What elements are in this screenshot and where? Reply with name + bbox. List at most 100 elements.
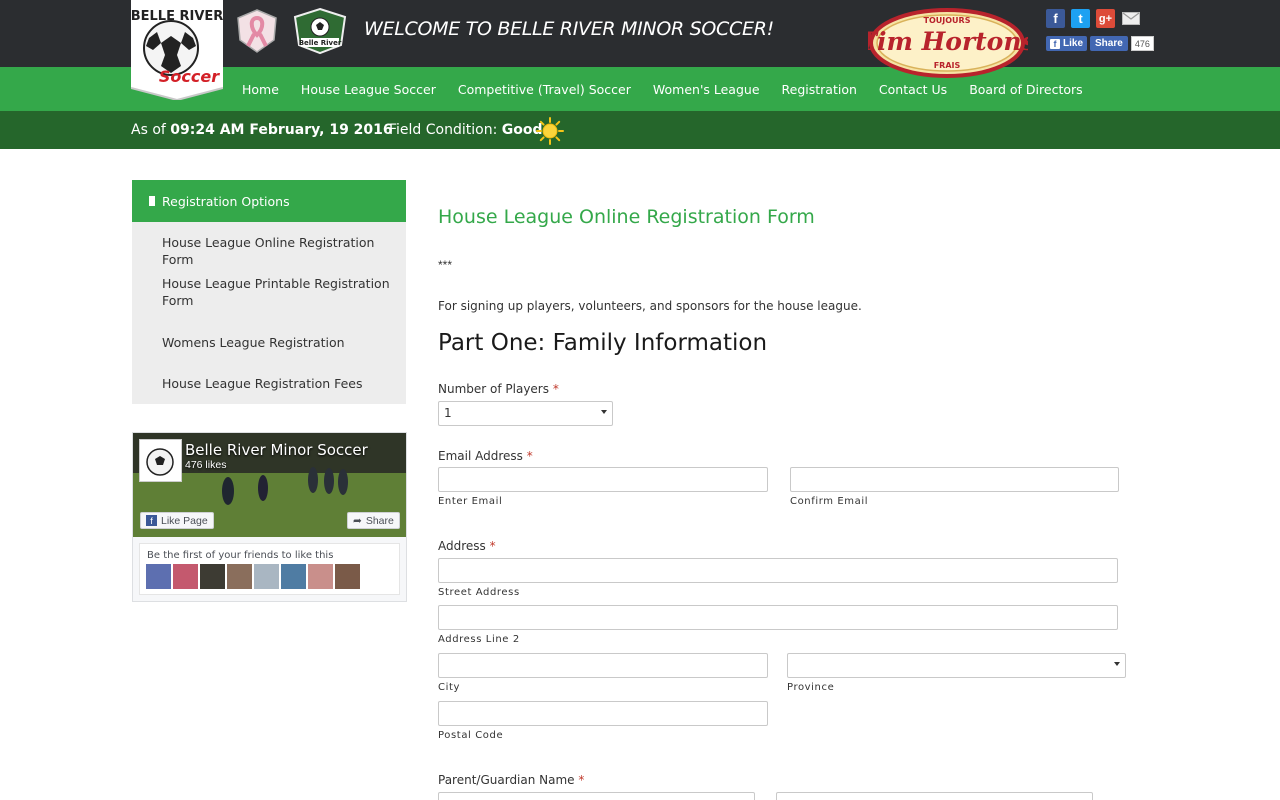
enter-email-sublabel: Enter Email <box>438 496 503 507</box>
players-selected-value: 1 <box>444 406 452 420</box>
friend-avatar[interactable] <box>173 564 198 589</box>
chevron-down-icon <box>1114 662 1120 666</box>
facebook-like-share: f Like Share 476 <box>1046 36 1154 51</box>
province-select[interactable] <box>787 653 1126 678</box>
friend-avatar[interactable] <box>254 564 279 589</box>
belle-river-club-logo: Belle River <box>291 7 349 55</box>
facebook-small-icon: f <box>1050 38 1060 49</box>
nav-registration[interactable]: Registration <box>782 82 857 97</box>
like-page-button[interactable]: f Like Page <box>140 512 214 529</box>
as-of-timestamp: As of 09:24 AM February, 19 2016 <box>131 122 393 138</box>
share-count: 476 <box>1130 36 1154 51</box>
facebook-cover-photo: Belle River Minor Soccer 476 likes f Lik… <box>133 433 406 537</box>
pink-ribbon-logo <box>234 8 280 54</box>
guardian-first-name-input[interactable] <box>438 792 755 800</box>
email-label: Email Address * <box>438 449 533 463</box>
province-sublabel: Province <box>787 682 835 693</box>
sponsor-bottom-text: FRAIS <box>934 61 961 70</box>
friends-like-text: Be the first of your friends to like thi… <box>147 550 334 561</box>
facebook-page-likes: 476 likes <box>185 459 227 471</box>
registration-options-header: Registration Options <box>132 180 406 222</box>
chevron-down-icon <box>601 410 607 414</box>
facebook-page-name[interactable]: Belle River Minor Soccer <box>185 441 368 459</box>
players-label-text: Number of Players <box>438 382 549 396</box>
intro-text: For signing up players, volunteers, and … <box>438 299 862 313</box>
sidebar-item-printable-registration[interactable]: House League Printable Registration Form <box>162 275 392 309</box>
players-label: Number of Players * <box>438 382 559 396</box>
nav-board-of-directors[interactable]: Board of Directors <box>969 82 1082 97</box>
friend-avatar[interactable] <box>308 564 333 589</box>
sun-icon <box>536 117 564 145</box>
sponsor-name: Tim Hortons <box>868 27 1028 56</box>
guardian-last-name-input[interactable] <box>776 792 1093 800</box>
like-page-label: Like Page <box>161 514 208 527</box>
address-label-text: Address <box>438 539 486 553</box>
club-logo-badge[interactable]: BELLE RIVER Soccer <box>131 0 223 100</box>
address-line2-sublabel: Address Line 2 <box>438 634 520 645</box>
as-of-label: As of <box>131 122 166 138</box>
address-line2-input[interactable] <box>438 605 1118 630</box>
street-address-sublabel: Street Address <box>438 587 520 598</box>
page-title: House League Online Registration Form <box>438 206 815 228</box>
facebook-share-button[interactable]: Share <box>1090 36 1128 51</box>
sidebar-item-online-registration[interactable]: House League Online Registration Form <box>162 234 392 268</box>
postal-code-input[interactable] <box>438 701 768 726</box>
status-bar: As of 09:24 AM February, 19 2016 Field C… <box>0 111 1280 149</box>
logo-top-text: BELLE RIVER <box>131 9 223 24</box>
friend-avatar[interactable] <box>335 564 360 589</box>
share-page-label: Share <box>365 514 394 527</box>
nav-competitive-soccer[interactable]: Competitive (Travel) Soccer <box>458 82 631 97</box>
friend-avatar[interactable] <box>227 564 252 589</box>
share-arrow-icon: ➦ <box>353 514 362 527</box>
section-heading: Part One: Family Information <box>438 330 768 356</box>
nav-womens-league[interactable]: Women's League <box>653 82 760 97</box>
separator-stars: *** <box>438 258 453 272</box>
sponsor-top-text: TOUJOURS <box>924 16 971 25</box>
welcome-banner: WELCOME TO BELLE RIVER MINOR SOCCER! <box>364 18 774 40</box>
email-label-text: Email Address <box>438 449 523 463</box>
required-mark: * <box>578 773 585 787</box>
friend-avatar[interactable] <box>146 564 171 589</box>
guardian-label-text: Parent/Guardian Name <box>438 773 575 787</box>
friends-avatars <box>146 564 360 589</box>
confirm-email-input[interactable] <box>790 467 1119 492</box>
facebook-page-widget: Belle River Minor Soccer 476 likes f Lik… <box>132 432 407 602</box>
like-label: Like <box>1063 38 1084 49</box>
required-mark: * <box>526 449 533 463</box>
friends-panel: Be the first of your friends to like thi… <box>139 543 400 595</box>
facebook-icon[interactable]: f <box>1046 9 1065 28</box>
sidebar-item-registration-fees[interactable]: House League Registration Fees <box>162 375 392 392</box>
city-sublabel: City <box>438 682 460 693</box>
field-condition-label: Field Condition: <box>389 122 498 138</box>
as-of-value: 09:24 AM February, 19 2016 <box>170 122 393 138</box>
confirm-email-sublabel: Confirm Email <box>790 496 869 507</box>
twitter-icon[interactable]: t <box>1071 9 1090 28</box>
google-plus-icon[interactable]: g+ <box>1096 9 1115 28</box>
number-of-players-select[interactable]: 1 <box>438 401 613 426</box>
nav-home[interactable]: Home <box>242 82 279 97</box>
enter-email-input[interactable] <box>438 467 768 492</box>
bookmark-icon <box>149 196 155 206</box>
sidebar-header-label: Registration Options <box>162 193 290 209</box>
tim-hortons-sponsor-logo[interactable]: TOUJOURS Tim Hortons FRAIS <box>858 8 1036 78</box>
field-condition: Field Condition: Good <box>389 122 543 138</box>
nav-contact-us[interactable]: Contact Us <box>879 82 947 97</box>
email-icon[interactable] <box>1121 9 1140 28</box>
facebook-page-avatar[interactable] <box>139 439 182 482</box>
city-input[interactable] <box>438 653 768 678</box>
friend-avatar[interactable] <box>281 564 306 589</box>
facebook-small-icon: f <box>146 515 157 526</box>
sidebar-item-womens-registration[interactable]: Womens League Registration <box>162 334 392 351</box>
address-label: Address * <box>438 539 496 553</box>
share-page-button[interactable]: ➦ Share <box>347 512 400 529</box>
postal-code-sublabel: Postal Code <box>438 730 504 741</box>
guardian-name-label: Parent/Guardian Name * <box>438 773 584 787</box>
registration-options-list: House League Online Registration Form Ho… <box>132 222 406 404</box>
facebook-like-button[interactable]: f Like <box>1046 36 1088 51</box>
nav-house-league-soccer[interactable]: House League Soccer <box>301 82 436 97</box>
required-mark: * <box>552 382 559 396</box>
social-icons: f t g+ <box>1046 9 1140 28</box>
street-address-input[interactable] <box>438 558 1118 583</box>
logo-bottom-text: Soccer <box>159 67 220 86</box>
friend-avatar[interactable] <box>200 564 225 589</box>
